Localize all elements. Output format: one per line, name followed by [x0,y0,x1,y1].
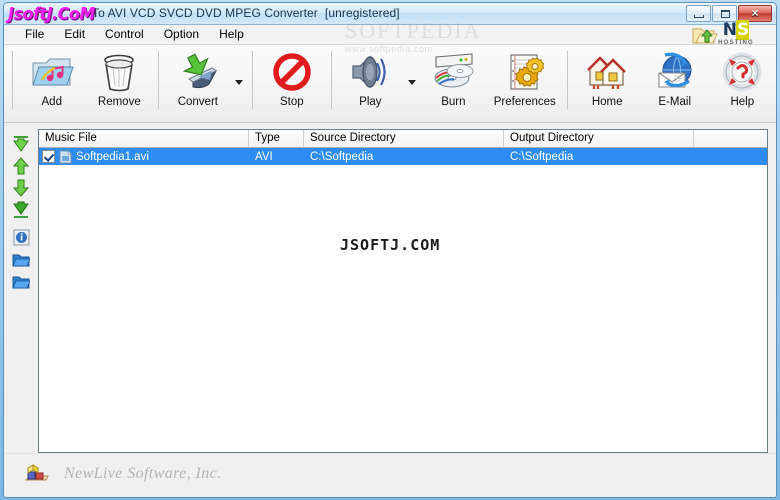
cell-output-directory[interactable]: C:\Softpedia [504,151,694,163]
convert-dropdown-button[interactable] [232,45,247,117]
toolbar-preferences-button[interactable]: Preferences [487,45,562,117]
column-header-type[interactable]: Type [249,130,304,147]
column-header-spacer[interactable] [694,130,767,147]
menu-file[interactable]: File [15,26,54,43]
email-globe-icon [641,50,709,94]
application-window: To AVI VCD SVCD DVD MPEG Converter [unreg… [0,0,780,500]
add-folder-music-icon [18,50,86,94]
ns-hosting-logo: NS HOSTING [708,20,764,48]
chevron-down-icon [407,79,416,85]
jsoftj-title-watermark: JsoftJ.CoM [8,3,95,24]
preferences-gears-icon [487,50,562,94]
close-icon: × [751,6,759,20]
cell-source-directory[interactable]: C:\Softpedia [304,151,504,163]
stop-sign-icon [258,50,326,94]
arrow-to-top-icon [13,135,29,152]
toolbar-add-button[interactable]: Add [18,45,86,117]
arrow-down-icon [12,179,30,197]
toolbar-play-button[interactable]: Play [337,45,405,117]
folder-blue-icon [12,276,30,288]
toolbar-help-label: Help [730,96,755,108]
status-bar-text: NewLive Software, Inc. [64,464,222,482]
toolbar-convert-button[interactable]: Convert [164,45,232,117]
avi-file-icon [59,150,72,163]
toolbar-home-label: Home [591,96,623,108]
toolbar-add-label: Add [41,96,62,108]
toolbar-separator [158,51,160,109]
toolbar-burn-button[interactable]: Burn [420,45,488,117]
move-to-top-button[interactable] [9,133,33,154]
status-bar: NewLive Software, Inc. [4,453,776,493]
ns-logo-mark: NS [722,20,749,40]
menu-control[interactable]: Control [95,26,154,43]
source-folder-button[interactable] [9,249,33,270]
toolbar-separator [330,51,332,109]
arrow-up-icon [12,156,30,174]
ns-logo-subtitle: HOSTING [718,40,754,46]
window-frame: To AVI VCD SVCD DVD MPEG Converter [unreg… [3,2,777,498]
play-dropdown-button[interactable] [404,45,419,117]
toolbar-home-button[interactable]: Home [573,45,641,117]
ns-logo-n: N [722,20,737,40]
toolbar-email-label: E-Mail [658,96,692,108]
window-title: To AVI VCD SVCD DVD MPEG Converter [unreg… [92,6,400,20]
cell-music-file[interactable]: Softpedia1.avi [39,150,249,164]
toolbar-separator [252,51,254,109]
toolbar-burn-label: Burn [441,96,466,108]
cell-type[interactable]: AVI [249,151,304,163]
column-header-source-directory[interactable]: Source Directory [304,130,504,147]
help-lifering-icon [709,50,777,94]
window-title-text: To AVI VCD SVCD DVD MPEG Converter [92,6,318,20]
toolbar-email-button[interactable]: E-Mail [641,45,709,117]
move-to-bottom-button[interactable] [9,199,33,220]
toolbar-stop-label: Stop [279,96,304,108]
file-list-panel[interactable]: Music File Type Source Directory Output … [38,129,768,453]
minimize-icon [694,15,704,18]
content-area: Music File Type Source Directory Output … [4,123,776,453]
window-title-registration: [unregistered] [324,6,400,20]
home-houses-icon [573,50,641,94]
file-list-body[interactable]: Softpedia1.avi AVI C:\Softpedia C:\Softp… [39,148,767,452]
cd-burn-icon [420,50,488,94]
table-row[interactable]: Softpedia1.avi AVI C:\Softpedia C:\Softp… [39,148,767,165]
ns-logo-s: S [735,20,749,40]
toolbar-remove-label: Remove [97,96,141,108]
minimize-button[interactable] [686,5,711,22]
menu-option[interactable]: Option [154,26,209,43]
info-icon [13,229,29,246]
toolbar-separator [12,51,13,109]
list-tools-sidebar [4,129,38,453]
column-header-output-directory[interactable]: Output Directory [504,130,694,147]
output-folder-button[interactable] [9,271,33,292]
move-down-button[interactable] [9,177,33,198]
toolbar-remove-button[interactable]: Remove [86,45,154,117]
trash-can-icon [86,50,154,94]
move-up-button[interactable] [9,155,33,176]
menu-bar: File Edit Control Option Help [4,25,776,45]
column-header-music-file[interactable]: Music File [39,130,249,147]
file-list-header: Music File Type Source Directory Output … [39,130,767,148]
toolbar-stop-button[interactable]: Stop [258,45,326,117]
maximize-icon [721,10,730,18]
toolbar-separator [567,51,569,109]
colored-blocks-icon [24,463,49,480]
toolbar-convert-label: Convert [177,96,218,108]
toolbar-help-button[interactable]: Help [709,45,777,117]
chevron-down-icon [235,79,244,85]
toolbar-play-label: Play [359,96,382,108]
file-info-button[interactable] [9,227,33,248]
arrow-to-bottom-icon [13,201,29,218]
folder-blue-icon [12,254,30,266]
speaker-play-icon [337,50,405,94]
toolbar: Add Remove Convert Stop Play Burn Prefer… [4,45,776,123]
menu-help[interactable]: Help [209,26,254,43]
row-checkbox[interactable] [42,150,55,163]
cell-music-file-text: Softpedia1.avi [76,150,149,163]
menu-edit[interactable]: Edit [54,26,95,43]
convert-green-arrow-icon [164,50,232,94]
title-bar: To AVI VCD SVCD DVD MPEG Converter [unreg… [4,3,776,25]
toolbar-preferences-label: Preferences [493,96,556,108]
